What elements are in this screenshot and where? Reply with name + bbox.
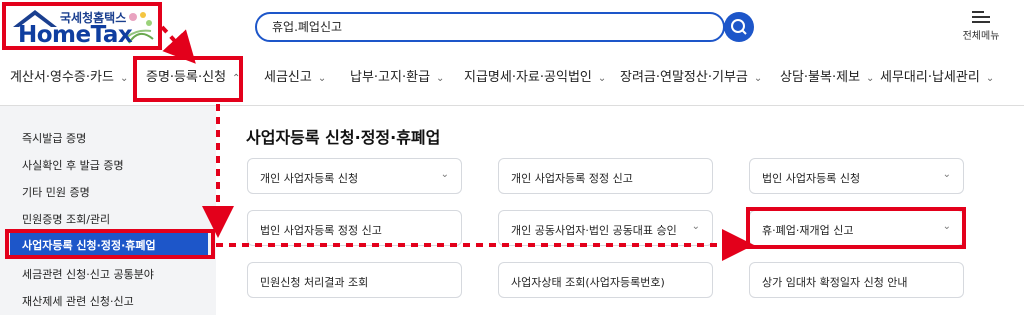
annotation-arrows [160, 25, 754, 261]
arrow-logo-to-nav [160, 25, 196, 64]
